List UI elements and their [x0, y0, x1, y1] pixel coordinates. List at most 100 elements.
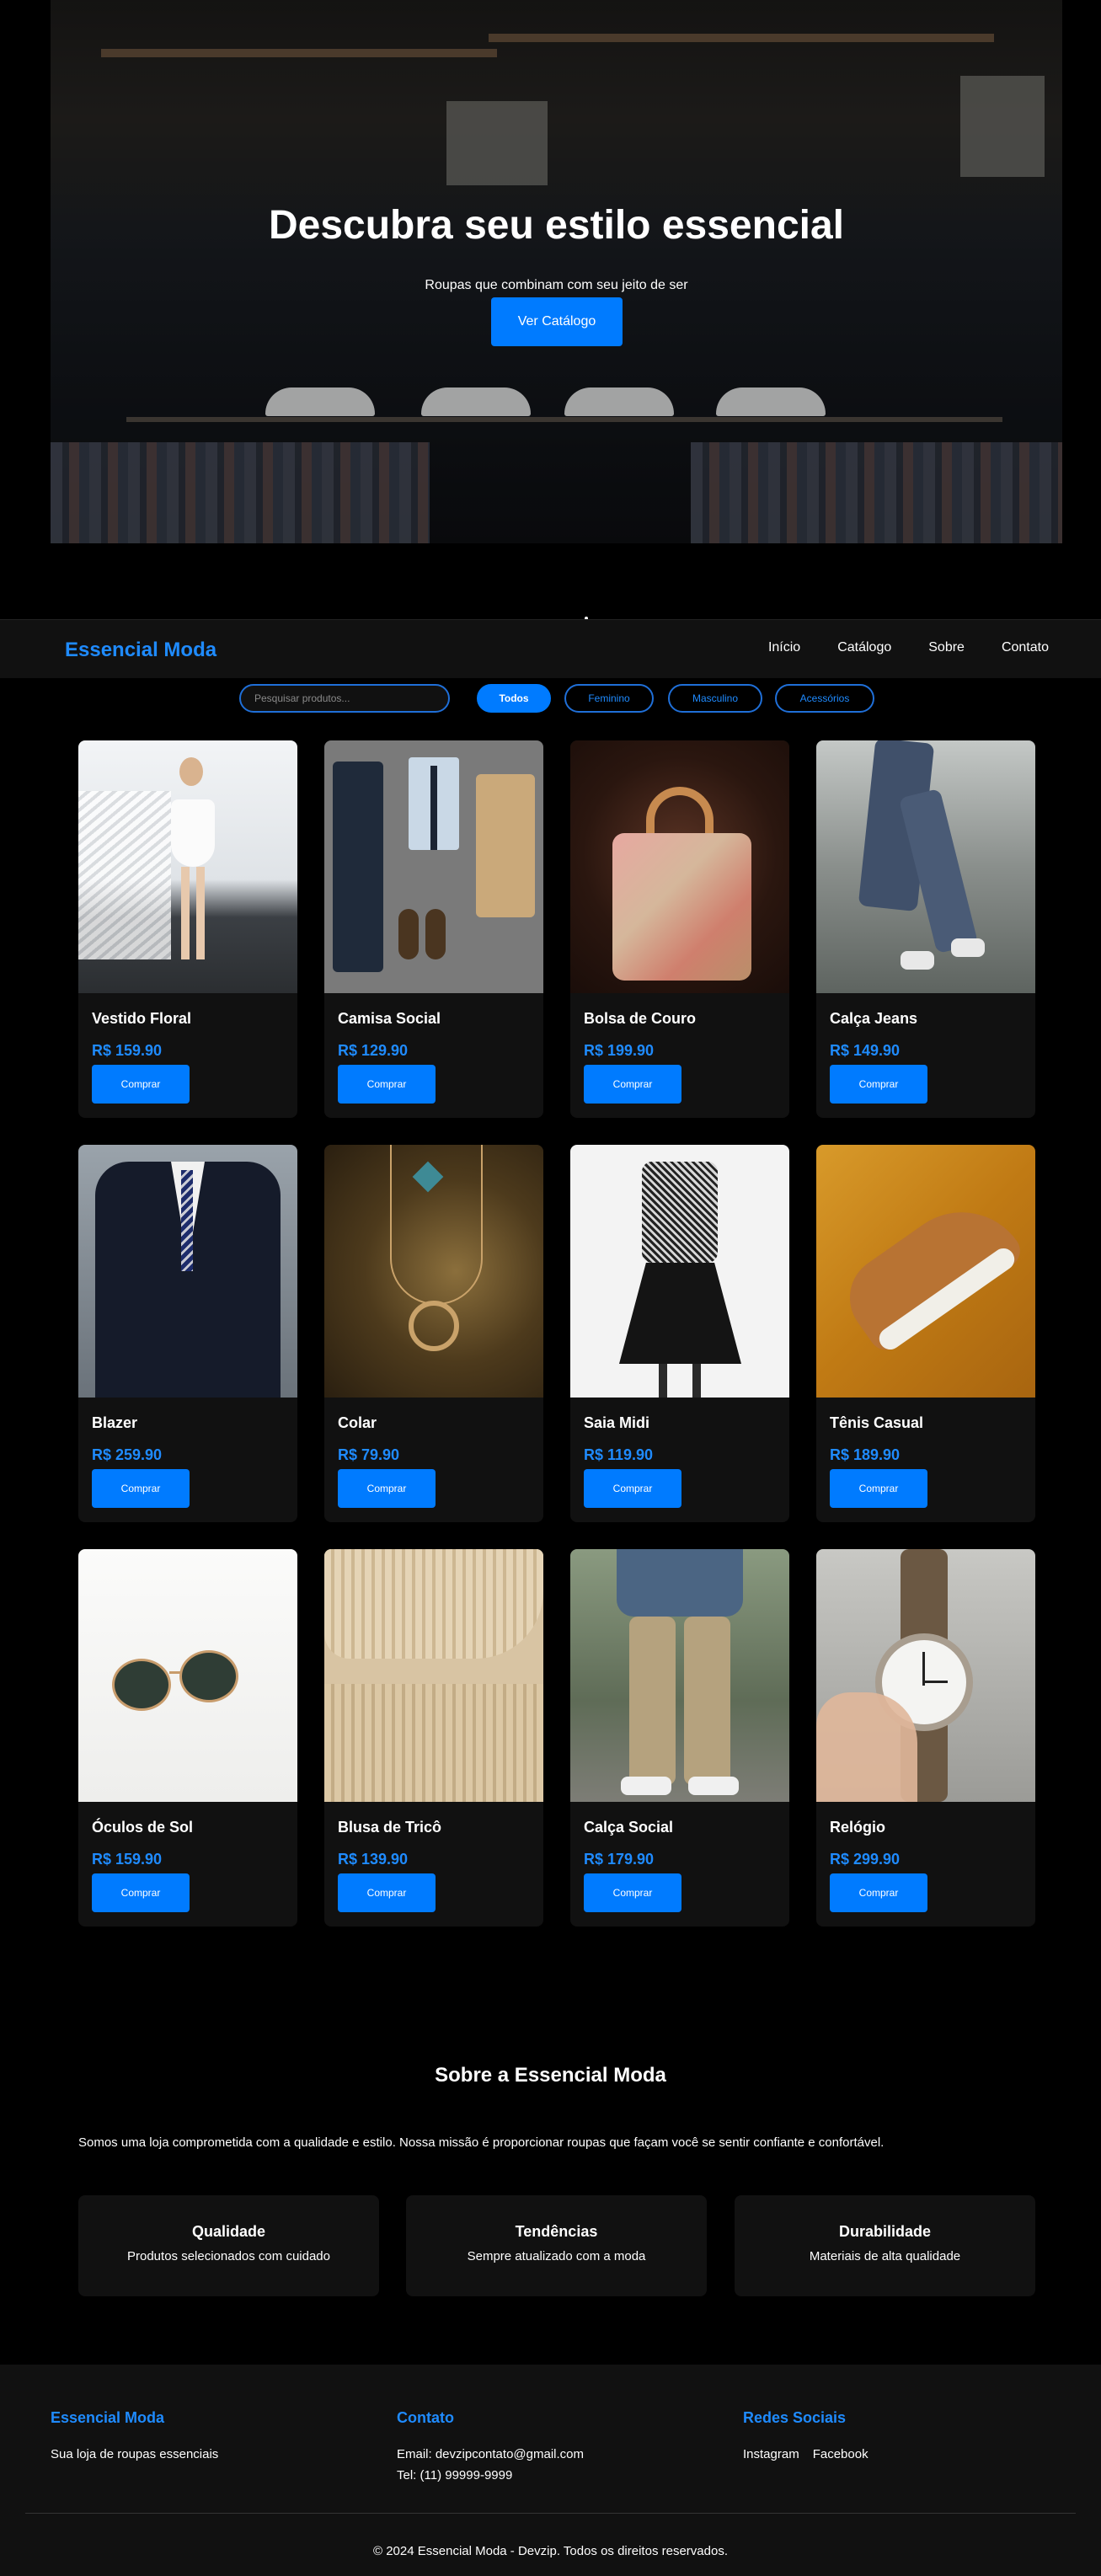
footer-social-links: Instagram Facebook: [743, 2447, 882, 2461]
product-name: Blusa de Tricô: [338, 1819, 442, 1836]
product-card: Calça Social R$ 179.90 Comprar: [570, 1549, 789, 1927]
buy-button[interactable]: Comprar: [584, 1065, 681, 1104]
navbar: Essencial Moda Início Catálogo Sobre Con…: [0, 619, 1101, 678]
filter-masculino[interactable]: Masculino: [668, 684, 762, 713]
buy-button[interactable]: Comprar: [338, 1873, 436, 1912]
product-price: R$ 79.90: [338, 1446, 400, 1463]
hero-banner: Descubra seu estilo essencial Roupas que…: [51, 0, 1062, 543]
buy-button[interactable]: Comprar: [338, 1469, 436, 1508]
product-image: [816, 740, 1035, 993]
feature-title: Tendências: [515, 2223, 598, 2240]
brand-logo[interactable]: Essencial Moda: [65, 639, 216, 662]
product-image: [324, 1145, 543, 1398]
buy-button[interactable]: Comprar: [338, 1065, 436, 1104]
footer-divider: [25, 2513, 1076, 2514]
nav-link-sobre[interactable]: Sobre: [928, 640, 965, 655]
footer: Essencial Moda Sua loja de roupas essenc…: [0, 2365, 1101, 2576]
buy-button[interactable]: Comprar: [92, 1065, 190, 1104]
product-card: Blazer R$ 259.90 Comprar: [78, 1145, 297, 1522]
product-name: Saia Midi: [584, 1414, 650, 1431]
footer-contact-column: Contato Email: devzipcontato@gmail.com T…: [397, 2409, 584, 2482]
feature-card-quality: Qualidade Produtos selecionados com cuid…: [78, 2195, 379, 2296]
feature-desc: Materiais de alta qualidade: [809, 2249, 961, 2263]
product-image: [816, 1549, 1035, 1802]
product-card: Relógio R$ 299.90 Comprar: [816, 1549, 1035, 1927]
product-image: [570, 1549, 789, 1802]
hero-clothing-rack: [691, 442, 1062, 543]
product-card: Saia Midi R$ 119.90 Comprar: [570, 1145, 789, 1522]
product-name: Calça Jeans: [830, 1010, 918, 1027]
product-price: R$ 119.90: [584, 1446, 654, 1463]
hero-lamp: [421, 387, 531, 416]
hero-clothing-rack: [51, 442, 430, 543]
product-price: R$ 129.90: [338, 1042, 409, 1059]
product-card: Camisa Social R$ 129.90 Comprar: [324, 740, 543, 1118]
buy-button[interactable]: Comprar: [830, 1873, 927, 1912]
hero-shelf: [126, 417, 1002, 422]
footer-brand-column: Essencial Moda Sua loja de roupas essenc…: [51, 2409, 218, 2461]
page: Descubra seu estilo essencial Roupas que…: [0, 0, 1101, 2576]
product-image: [324, 740, 543, 993]
feature-card-durability: Durabilidade Materiais de alta qualidade: [735, 2195, 1035, 2296]
hero-lamp: [564, 387, 674, 416]
footer-copyright: © 2024 Essencial Moda - Devzip. Todos os…: [373, 2544, 728, 2558]
product-price: R$ 149.90: [830, 1042, 901, 1059]
product-image: [816, 1145, 1035, 1398]
product-name: Calça Social: [584, 1819, 674, 1836]
view-catalog-button[interactable]: Ver Catálogo: [491, 297, 623, 346]
search-input[interactable]: [239, 684, 450, 713]
product-price: R$ 159.90: [92, 1042, 163, 1059]
product-name: Colar: [338, 1414, 377, 1431]
buy-button[interactable]: Comprar: [92, 1469, 190, 1508]
footer-brand-text: Sua loja de roupas essenciais: [51, 2447, 219, 2461]
product-name: Camisa Social: [338, 1010, 441, 1027]
hero-box: [446, 101, 548, 185]
product-image: [570, 1145, 789, 1398]
hero-lamp: [265, 387, 375, 416]
product-card: Tênis Casual R$ 189.90 Comprar: [816, 1145, 1035, 1522]
hero-shelf: [489, 34, 994, 42]
nav-link-catalogo[interactable]: Catálogo: [837, 640, 891, 655]
buy-button[interactable]: Comprar: [830, 1469, 927, 1508]
product-card: Vestido Floral R$ 159.90 Comprar: [78, 740, 297, 1118]
product-price: R$ 189.90: [830, 1446, 901, 1463]
footer-email: Email: devzipcontato@gmail.com: [397, 2447, 584, 2461]
about-text: Somos uma loja comprometida com a qualid…: [78, 2135, 885, 2150]
buy-button[interactable]: Comprar: [584, 1469, 681, 1508]
about-title: Sobre a Essencial Moda: [435, 2064, 666, 2087]
product-price: R$ 259.90: [92, 1446, 163, 1463]
product-image: [324, 1549, 543, 1802]
product-price: R$ 179.90: [584, 1851, 655, 1868]
product-image: [78, 1549, 297, 1802]
hero-title: Descubra seu estilo essencial: [268, 203, 844, 248]
product-price: R$ 199.90: [584, 1042, 655, 1059]
feature-card-trends: Tendências Sempre atualizado com a moda: [406, 2195, 707, 2296]
filter-todos[interactable]: Todos: [477, 684, 551, 713]
footer-brand-title: Essencial Moda: [51, 2409, 165, 2426]
product-name: Tênis Casual: [830, 1414, 924, 1431]
product-name: Vestido Floral: [92, 1010, 192, 1027]
filter-acessorios[interactable]: Acessórios: [775, 684, 874, 713]
nav-link-inicio[interactable]: Início: [768, 640, 800, 655]
product-image: [570, 740, 789, 993]
nav-link-contato[interactable]: Contato: [1002, 640, 1049, 655]
filter-feminino[interactable]: Feminino: [564, 684, 654, 713]
product-name: Bolsa de Couro: [584, 1010, 697, 1027]
instagram-link[interactable]: Instagram: [743, 2447, 799, 2461]
facebook-link[interactable]: Facebook: [813, 2447, 869, 2461]
hero-shelf: [101, 49, 497, 57]
product-price: R$ 139.90: [338, 1851, 409, 1868]
product-card: Bolsa de Couro R$ 199.90 Comprar: [570, 740, 789, 1118]
footer-social-title: Redes Sociais: [743, 2409, 847, 2426]
feature-title: Durabilidade: [838, 2223, 932, 2240]
product-card: Calça Jeans R$ 149.90 Comprar: [816, 740, 1035, 1118]
buy-button[interactable]: Comprar: [584, 1873, 681, 1912]
feature-desc: Sempre atualizado com a moda: [467, 2249, 646, 2263]
nav-links: Início Catálogo Sobre Contato: [731, 640, 1049, 655]
product-name: Blazer: [92, 1414, 138, 1431]
buy-button[interactable]: Comprar: [92, 1873, 190, 1912]
product-price: R$ 299.90: [830, 1851, 901, 1868]
buy-button[interactable]: Comprar: [830, 1065, 927, 1104]
footer-social-column: Redes Sociais Instagram Facebook: [743, 2409, 882, 2461]
product-name: Óculos de Sol: [92, 1819, 194, 1836]
